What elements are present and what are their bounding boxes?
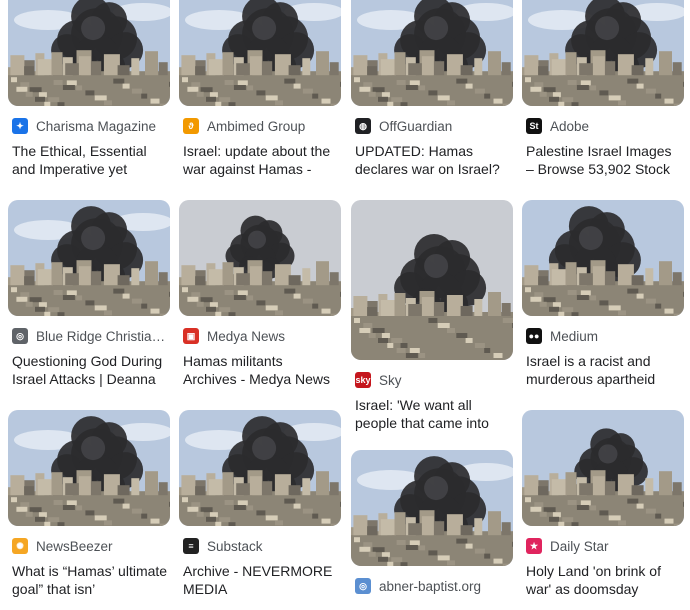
result-thumbnail[interactable]	[522, 0, 684, 106]
result-card[interactable]: sky Sky Israel: 'We want all people that c…	[351, 200, 513, 432]
sky-news-icon: sky	[355, 372, 371, 388]
result-card[interactable]: ★ Daily Star Holy Land 'on brink of war' a…	[522, 410, 684, 598]
result-thumbnail[interactable]	[179, 0, 341, 106]
medya-icon: ▣	[183, 328, 199, 344]
image-results-grid: ✦ Charisma Magazine The Ethical, Essential…	[0, 0, 690, 610]
result-thumbnail[interactable]	[351, 200, 513, 360]
result-thumbnail[interactable]	[351, 450, 513, 566]
source-name: Ambimed Group	[207, 118, 306, 134]
result-card[interactable]: ✺ NewsBeezer What is “Hamas’ ultimate goal…	[8, 410, 170, 598]
result-card[interactable]: ≡ Substack Archive - NEVERMORE MEDIA	[179, 410, 341, 598]
source-name: NewsBeezer	[36, 538, 113, 554]
source-name: Sky	[379, 372, 402, 388]
result-source[interactable]: ϑ Ambimed Group	[179, 116, 341, 136]
result-title[interactable]: Archive - NEVERMORE MEDIA	[179, 562, 341, 598]
result-card[interactable]: ϑ Ambimed Group Israel: update about the w…	[179, 0, 341, 178]
result-thumbnail[interactable]	[522, 200, 684, 316]
result-card[interactable]: ◎ Blue Ridge Christian... Questioning God …	[8, 200, 170, 388]
result-source[interactable]: ▣ Medya News	[179, 326, 341, 346]
result-thumbnail[interactable]	[179, 410, 341, 526]
source-name: Adobe	[550, 118, 590, 134]
source-name: Blue Ridge Christian...	[36, 328, 170, 344]
result-source[interactable]: ●● Medium	[522, 326, 684, 346]
result-title[interactable]: What is “Hamas’ ultimate goal” that isn’	[8, 562, 170, 598]
result-title[interactable]: Israel: update about the war against Ham…	[179, 142, 341, 178]
result-source[interactable]: ◎ Blue Ridge Christian...	[8, 326, 170, 346]
result-title[interactable]: Israel: 'We want all people that came in…	[351, 396, 513, 432]
globe-icon: ◎	[355, 578, 371, 594]
result-card[interactable]: ◎ abner-baptist.org	[351, 450, 513, 596]
result-thumbnail[interactable]	[179, 200, 341, 316]
newsbeezer-icon: ✺	[12, 538, 28, 554]
result-thumbnail[interactable]	[8, 0, 170, 106]
source-name: Charisma Magazine	[36, 118, 157, 134]
source-name: Medium	[550, 328, 599, 344]
result-source[interactable]: ◎ abner-baptist.org	[351, 576, 513, 596]
result-source[interactable]: ≡ Substack	[179, 536, 341, 556]
result-title[interactable]: Hamas militants Archives - Medya News	[179, 352, 341, 388]
offguardian-icon: ◍	[355, 118, 371, 134]
result-source[interactable]: sky Sky	[351, 370, 513, 390]
result-thumbnail[interactable]	[351, 0, 513, 106]
result-card[interactable]: ✦ Charisma Magazine The Ethical, Essential…	[8, 0, 170, 178]
result-card[interactable]: ▣ Medya News Hamas militants Archives - Me…	[179, 200, 341, 388]
daily-star-icon: ★	[526, 538, 542, 554]
source-name: Substack	[207, 538, 263, 554]
result-title[interactable]: Questioning God During Israel Attacks | …	[8, 352, 170, 388]
result-card[interactable]: ◍ OffGuardian UPDATED: Hamas declares war …	[351, 0, 513, 178]
result-card[interactable]: St Adobe Palestine Israel Images – Browse …	[522, 0, 684, 178]
result-title[interactable]: UPDATED: Hamas declares war on Israel?	[351, 142, 513, 178]
adobe-stock-icon: St	[526, 118, 542, 134]
result-thumbnail[interactable]	[8, 200, 170, 316]
source-name: Medya News	[207, 328, 286, 344]
substack-icon: ≡	[183, 538, 199, 554]
result-source[interactable]: ✺ NewsBeezer	[8, 536, 170, 556]
result-source[interactable]: ◍ OffGuardian	[351, 116, 513, 136]
result-thumbnail[interactable]	[8, 410, 170, 526]
result-title[interactable]: The Ethical, Essential and Imperative ye…	[8, 142, 170, 178]
medium-icon: ●●	[526, 328, 542, 344]
ambimed-icon: ϑ	[183, 118, 199, 134]
result-title[interactable]: Holy Land 'on brink of war' as doomsday	[522, 562, 684, 598]
result-thumbnail[interactable]	[522, 410, 684, 526]
source-name: Daily Star	[550, 538, 609, 554]
charisma-icon: ✦	[12, 118, 28, 134]
source-name: abner-baptist.org	[379, 578, 482, 594]
result-title[interactable]: Israel is a racist and murderous aparthe…	[522, 352, 684, 388]
result-source[interactable]: ✦ Charisma Magazine	[8, 116, 170, 136]
result-card[interactable]: ●● Medium Israel is a racist and murderous…	[522, 200, 684, 388]
globe-icon: ◎	[12, 328, 28, 344]
result-title[interactable]: Palestine Israel Images – Browse 53,902 …	[522, 142, 684, 178]
source-name: OffGuardian	[379, 118, 453, 134]
result-source[interactable]: St Adobe	[522, 116, 684, 136]
result-source[interactable]: ★ Daily Star	[522, 536, 684, 556]
